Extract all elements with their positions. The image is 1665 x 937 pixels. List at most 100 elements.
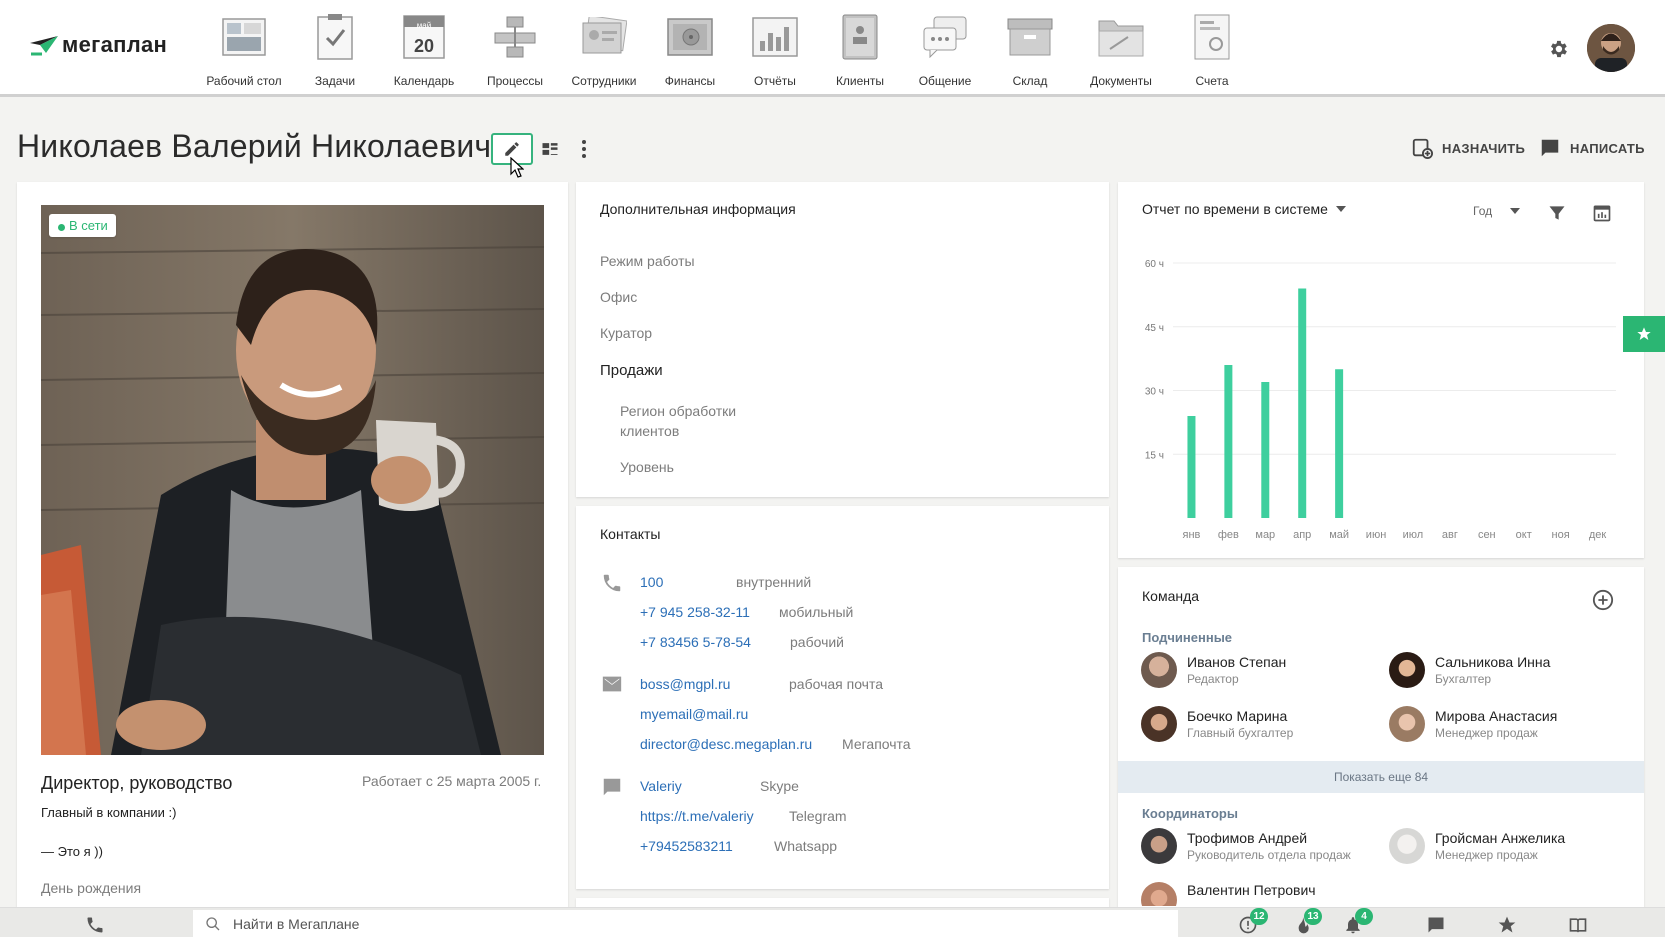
global-search[interactable]: Найти в Мегаплане	[193, 910, 1178, 937]
team-member[interactable]: Валентин Петрович	[1141, 882, 1316, 906]
message-icon	[1541, 139, 1559, 157]
clients-icon	[842, 14, 878, 60]
notifications-badge: 4	[1355, 908, 1373, 925]
nav-label: Задачи	[314, 74, 356, 88]
phone-icon[interactable]	[85, 915, 105, 935]
bar-мар[interactable]	[1261, 382, 1270, 518]
nav-processes[interactable]: Процессы	[470, 12, 560, 88]
nav-label: Сотрудники	[571, 74, 637, 88]
member-role: Бухгалтер	[1435, 672, 1492, 686]
nav-label: Процессы	[486, 74, 543, 88]
birthday-label: День рождения	[41, 880, 142, 896]
profile-photo-image	[41, 205, 544, 755]
team-title: Команда	[1142, 588, 1200, 604]
nav-documents[interactable]: Документы	[1072, 12, 1170, 88]
write-button[interactable]: НАПИСАТЬ	[1539, 137, 1645, 159]
megaplan-logo[interactable]: мегаплан	[28, 32, 167, 58]
report-title-dropdown[interactable]: Отчет по времени в системе	[1142, 201, 1346, 217]
nav-invoices[interactable]: Счета	[1170, 12, 1254, 88]
email-link[interactable]: director@desc.megaplan.ru	[640, 736, 812, 752]
user-avatar[interactable]	[1587, 24, 1635, 72]
mouse-cursor	[510, 156, 525, 184]
nav-reports[interactable]: Отчёты	[732, 12, 818, 88]
messenger-icon	[603, 778, 621, 796]
messenger-link[interactable]: +79452583211	[640, 838, 733, 854]
work-mode-label: Режим работы	[600, 253, 695, 269]
x-tick-label: июл	[1403, 529, 1424, 541]
additional-info-panel	[576, 182, 1109, 497]
logo-plane-icon	[30, 36, 58, 56]
settings-button[interactable]	[1547, 38, 1569, 65]
card-view-button[interactable]	[540, 139, 560, 164]
member-name: Сальникова Инна	[1435, 654, 1551, 670]
avatar	[1141, 652, 1177, 688]
avatar-photo	[1587, 24, 1635, 72]
main-nav: Рабочий стол Задачи май 20 Календарь Про…	[196, 12, 1254, 88]
email-link[interactable]: boss@mgpl.ru	[640, 676, 730, 692]
bar-фев[interactable]	[1224, 365, 1233, 518]
nav-clients[interactable]: Клиенты	[818, 12, 902, 88]
book-icon[interactable]	[1567, 915, 1589, 935]
x-tick-label: мар	[1255, 529, 1275, 541]
favorites-tab[interactable]	[1623, 316, 1665, 352]
assign-icon	[1412, 138, 1433, 159]
notifications-button[interactable]: 4	[1343, 908, 1373, 937]
messenger-link[interactable]: Valeriy	[640, 778, 682, 794]
contacts-title: Контакты	[600, 526, 661, 542]
team-member[interactable]: Боечко Марина Главный бухгалтер	[1141, 706, 1293, 742]
messages-icon[interactable]	[1425, 915, 1447, 935]
calendar-chart-icon[interactable]	[1592, 203, 1612, 223]
report-title: Отчет по времени в системе	[1142, 201, 1328, 217]
caret-down-icon	[1510, 208, 1521, 214]
more-vertical-icon	[582, 140, 586, 158]
reports-icon	[752, 17, 798, 57]
page-title: Николаев Валерий Николаевич	[17, 128, 492, 164]
tasks-alert-button[interactable]: 12	[1238, 908, 1268, 937]
region-label: Регион обработки	[620, 403, 737, 419]
period-select[interactable]: Год	[1473, 204, 1521, 218]
member-role: Менеджер продаж	[1435, 848, 1538, 862]
nav-warehouse[interactable]: Склад	[988, 12, 1072, 88]
team-member[interactable]: Гройсман Анжелика Менеджер продаж	[1389, 828, 1565, 864]
avatar	[1141, 828, 1177, 864]
assign-button[interactable]: НАЗНАЧИТЬ	[1411, 137, 1525, 159]
finance-icon	[667, 18, 713, 56]
invoices-icon	[1194, 14, 1230, 60]
hot-button[interactable]: 13	[1292, 908, 1322, 937]
position-title: Директор, руководство	[41, 773, 233, 793]
show-more-button[interactable]: Показать еще 84	[1118, 761, 1644, 793]
x-tick-label: май	[1329, 529, 1349, 541]
bar-май[interactable]	[1335, 369, 1344, 518]
nav-chat[interactable]: Общение	[902, 12, 988, 88]
nav-label: Счета	[1195, 74, 1229, 88]
team-member[interactable]: Мирова Анастасия Менеджер продаж	[1389, 706, 1557, 742]
phone-link[interactable]: +7 83456 5-78-54	[640, 634, 751, 650]
nav-calendar[interactable]: май 20 Календарь	[378, 12, 470, 88]
nav-desktop[interactable]: Рабочий стол	[196, 12, 292, 88]
bar-апр[interactable]	[1298, 288, 1307, 519]
add-member-icon[interactable]	[1592, 589, 1614, 611]
calendar-month: май	[416, 21, 432, 30]
star-icon[interactable]	[1497, 915, 1517, 935]
top-navigation-bar: мегаплан Рабочий стол Задачи май 20 Кале…	[0, 0, 1665, 97]
filter-icon[interactable]	[1547, 203, 1567, 223]
online-status-badge: В сети	[49, 214, 116, 237]
logo-text: мегаплан	[62, 32, 168, 57]
messenger-link[interactable]: https://t.me/valeriy	[640, 808, 754, 824]
messenger-type: Whatsapp	[774, 838, 838, 854]
email-link[interactable]: myemail@mail.ru	[640, 706, 748, 722]
nav-finance[interactable]: Финансы	[648, 12, 732, 88]
phone-link[interactable]: 100	[640, 574, 663, 590]
time-report-chart: 15 ч 30 ч 45 ч 60 ч янв фев мар апр май июн июл авг…	[1145, 259, 1616, 541]
nav-tasks[interactable]: Задачи	[292, 12, 378, 88]
more-menu-button[interactable]	[580, 139, 588, 164]
phone-link[interactable]: +7 945 258-32-11	[640, 604, 750, 620]
coordinators-label: Координаторы	[1142, 806, 1238, 821]
bar-янв[interactable]	[1187, 416, 1196, 518]
email-icon	[602, 676, 622, 692]
team-member[interactable]: Сальникова Инна Бухгалтер	[1389, 652, 1550, 688]
phone-type: мобильный	[779, 604, 854, 620]
team-member[interactable]: Иванов Степан Редактор	[1141, 652, 1286, 688]
nav-employees[interactable]: Сотрудники	[560, 12, 648, 88]
team-member[interactable]: Трофимов Андрей Руководитель отдела прода…	[1141, 828, 1351, 864]
